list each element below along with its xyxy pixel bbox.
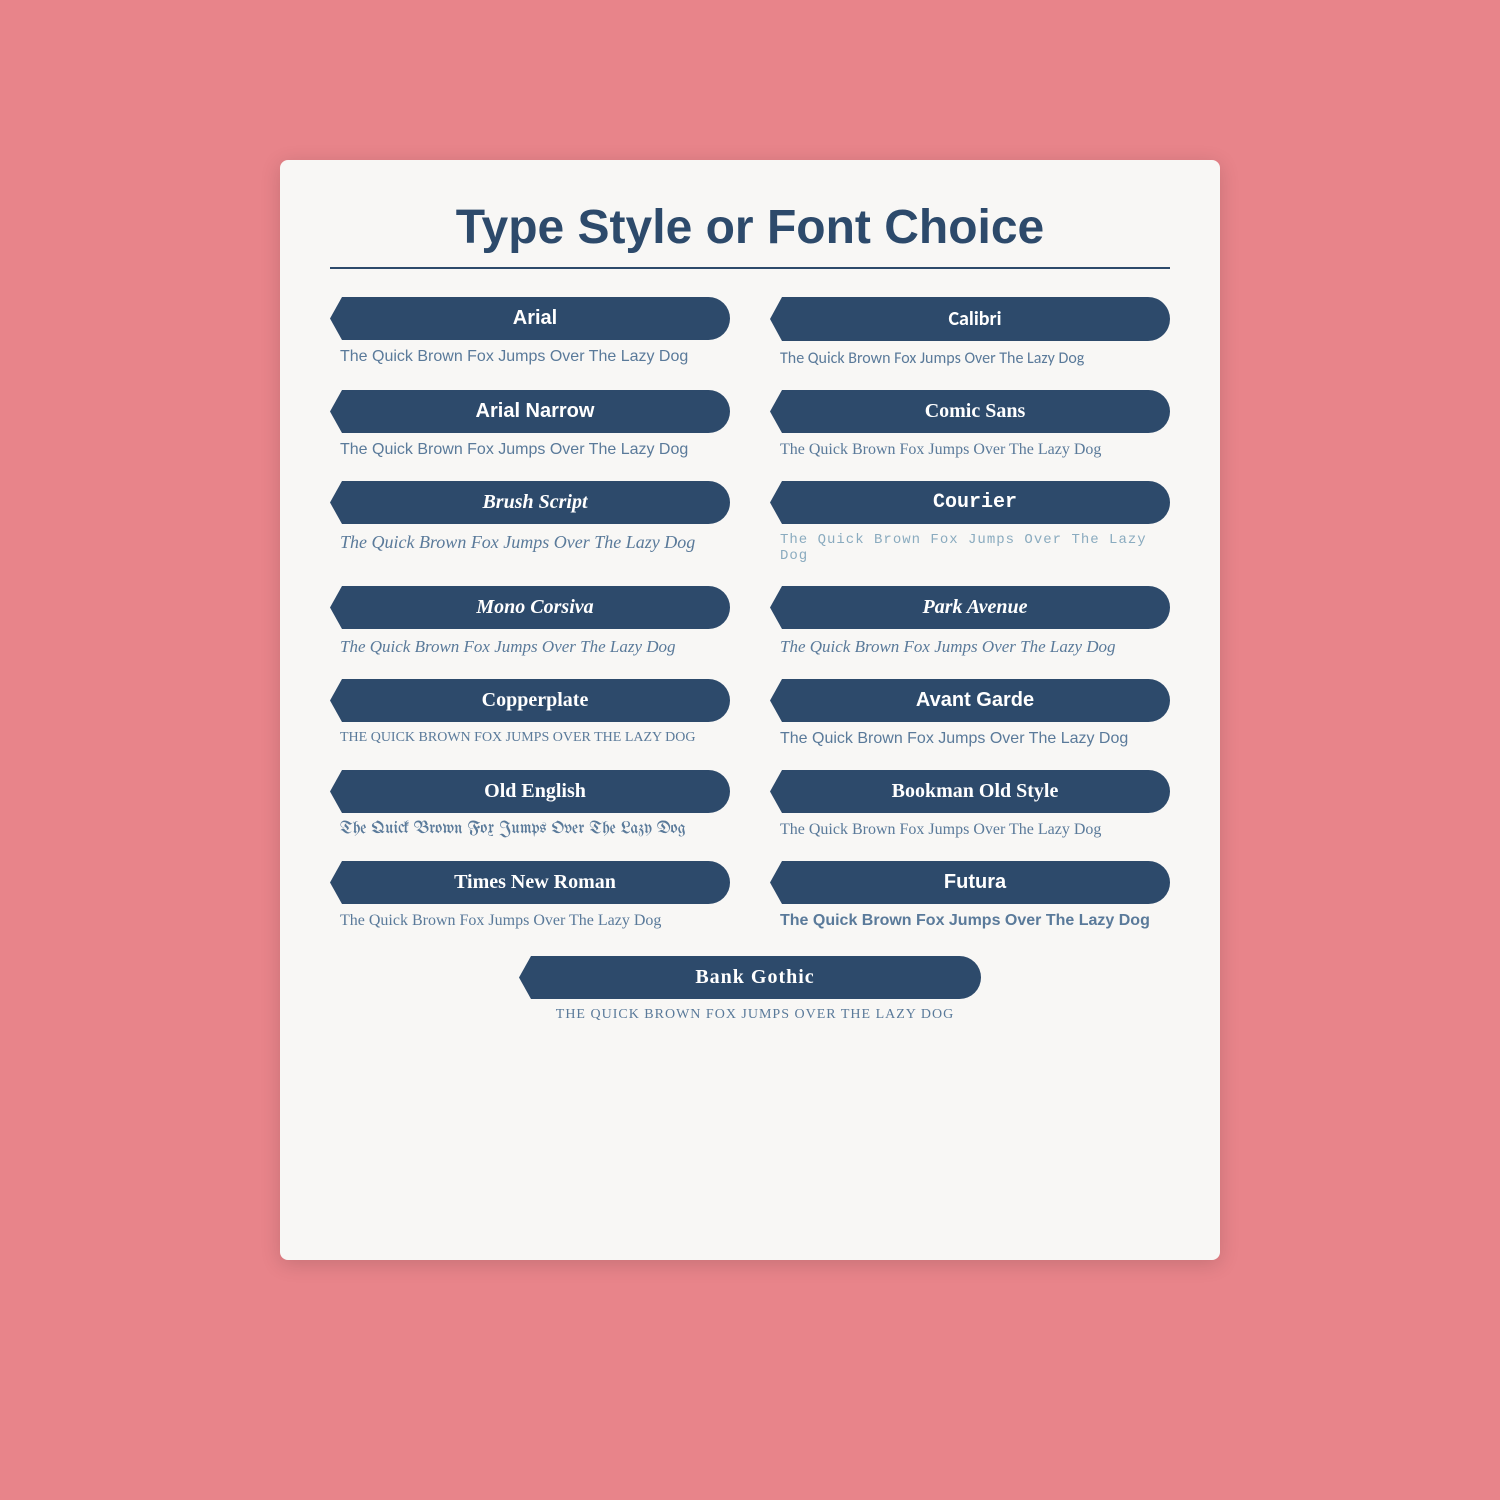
font-label-comic-sans: Comic Sans — [770, 390, 1170, 433]
font-entry-arial-narrow: Arial Narrow The Quick Brown Fox Jumps Ov… — [330, 390, 730, 459]
font-sample-bank-gothic: The Quick Brown Fox Jumps Over The Lazy … — [546, 1007, 954, 1023]
font-label-courier: Courier — [770, 481, 1170, 524]
font-entry-park-avenue: Park Avenue The Quick Brown Fox Jumps Ove… — [770, 586, 1170, 657]
font-entry-comic-sans: Comic Sans The Quick Brown Fox Jumps Over… — [770, 390, 1170, 459]
font-sample-comic-sans: The Quick Brown Fox Jumps Over The Lazy … — [770, 441, 1170, 459]
font-sample-arial-narrow: The Quick Brown Fox Jumps Over The Lazy … — [330, 441, 730, 459]
font-entry-times-new-roman: Times New Roman The Quick Brown Fox Jumps… — [330, 861, 730, 930]
font-sample-avant-garde: The Quick Brown Fox Jumps Over The Lazy … — [770, 730, 1170, 748]
font-sample-copperplate: The Quick Brown Fox Jumps Over The Lazy … — [330, 730, 730, 746]
font-sample-mono-corsiva: The Quick Brown Fox Jumps Over The Lazy … — [330, 637, 730, 657]
font-sample-courier: The Quick Brown Fox Jumps Over The Lazy … — [770, 532, 1170, 564]
font-entry-arial: Arial The Quick Brown Fox Jumps Over The … — [330, 297, 730, 368]
font-sample-arial: The Quick Brown Fox Jumps Over The Lazy … — [330, 348, 730, 366]
font-label-mono-corsiva: Mono Corsiva — [330, 586, 730, 629]
font-label-park-avenue: Park Avenue — [770, 586, 1170, 629]
font-sample-futura: The Quick Brown Fox Jumps Over The Lazy … — [770, 912, 1170, 930]
font-sample-brush-script: The Quick Brown Fox Jumps Over The Lazy … — [330, 532, 730, 553]
font-entry-brush-script: Brush Script The Quick Brown Fox Jumps Ov… — [330, 481, 730, 564]
font-label-avant-garde: Avant Garde — [770, 679, 1170, 722]
font-entry-old-english: Old English The Quick Brown Fox Jumps Ove… — [330, 770, 730, 839]
font-entry-bookman: Bookman Old Style The Quick Brown Fox Jum… — [770, 770, 1170, 839]
fonts-grid: Arial The Quick Brown Fox Jumps Over The … — [330, 297, 1170, 1045]
font-label-futura: Futura — [770, 861, 1170, 904]
font-label-arial: Arial — [330, 297, 730, 340]
font-label-times-new-roman: Times New Roman — [330, 861, 730, 904]
font-reference-card: Type Style or Font Choice Arial The Quick… — [280, 160, 1220, 1260]
font-sample-park-avenue: The Quick Brown Fox Jumps Over The Lazy … — [770, 637, 1170, 657]
font-entry-futura: Futura The Quick Brown Fox Jumps Over The… — [770, 861, 1170, 930]
font-label-old-english: Old English — [330, 770, 730, 813]
font-label-bookman: Bookman Old Style — [770, 770, 1170, 813]
font-label-calibri: Calibri — [770, 297, 1170, 341]
font-label-brush-script: Brush Script — [330, 481, 730, 524]
font-entry-courier: Courier The Quick Brown Fox Jumps Over Th… — [770, 481, 1170, 564]
font-entry-calibri: Calibri The Quick Brown Fox Jumps Over Th… — [770, 297, 1170, 368]
font-entry-bank-gothic: Bank Gothic The Quick Brown Fox Jumps Ove… — [330, 956, 1170, 1023]
font-sample-bookman: The Quick Brown Fox Jumps Over The Lazy … — [770, 821, 1170, 839]
title-divider — [330, 267, 1170, 269]
font-label-arial-narrow: Arial Narrow — [330, 390, 730, 433]
font-sample-times-new-roman: The Quick Brown Fox Jumps Over The Lazy … — [330, 912, 730, 930]
font-label-copperplate: Copperplate — [330, 679, 730, 722]
page-title: Type Style or Font Choice — [330, 200, 1170, 255]
font-entry-copperplate: Copperplate The Quick Brown Fox Jumps Ove… — [330, 679, 730, 748]
font-label-bank-gothic: Bank Gothic — [519, 956, 981, 999]
font-entry-avant-garde: Avant Garde The Quick Brown Fox Jumps Ove… — [770, 679, 1170, 748]
font-sample-old-english: The Quick Brown Fox Jumps Over The Lazy … — [330, 821, 730, 838]
font-entry-mono-corsiva: Mono Corsiva The Quick Brown Fox Jumps Ov… — [330, 586, 730, 657]
font-sample-calibri: The Quick Brown Fox Jumps Over The Lazy … — [770, 349, 1170, 368]
